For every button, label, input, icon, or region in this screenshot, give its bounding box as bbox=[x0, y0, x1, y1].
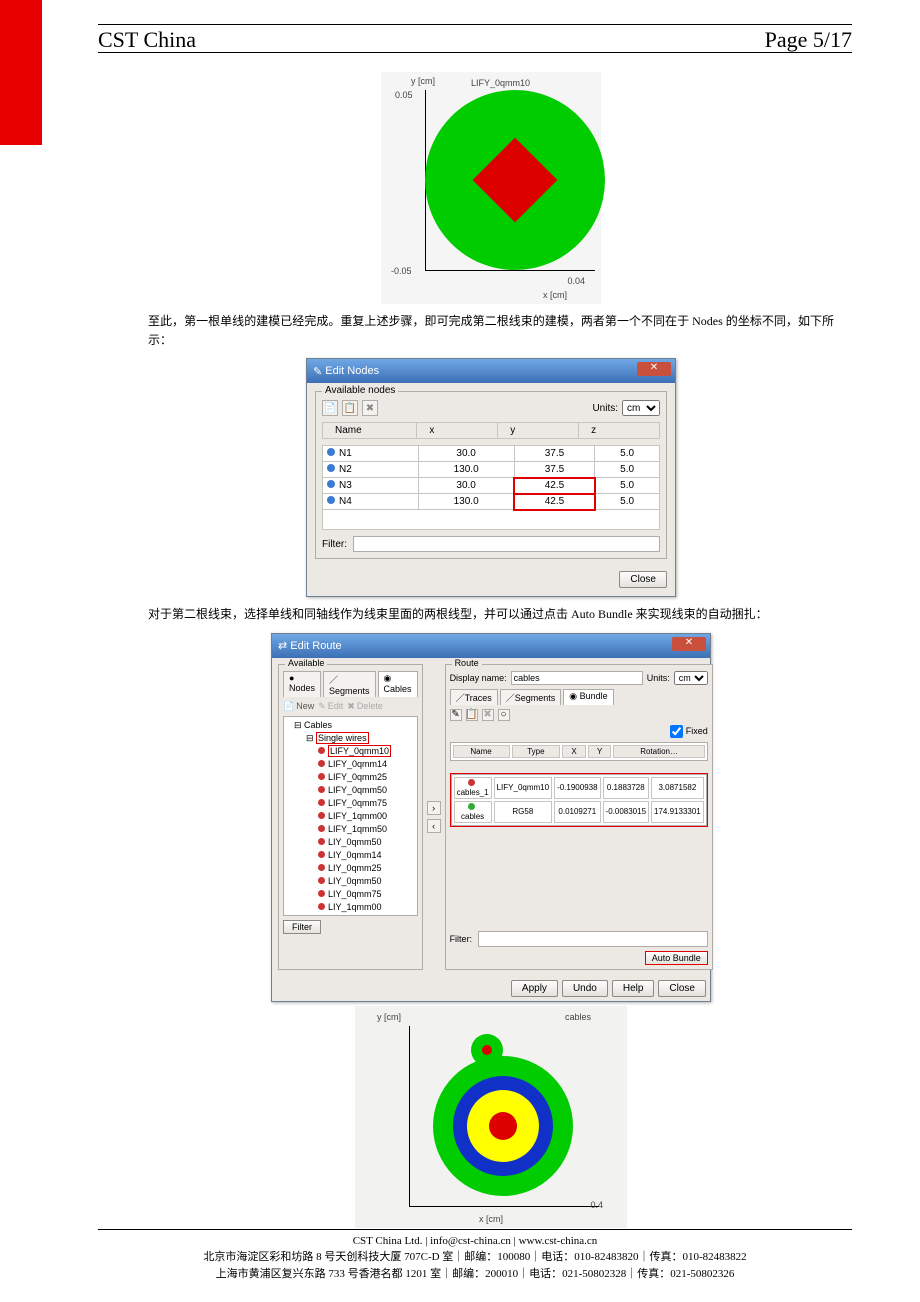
cable-tree[interactable]: ⊟ Cables ⊟ Single wires LIFY_0qmm10 LIFY… bbox=[283, 716, 418, 916]
auto-bundle-button[interactable]: Auto Bundle bbox=[645, 951, 708, 965]
filter-label: Filter: bbox=[322, 539, 347, 550]
paragraph-1: 至此，第一根单线的建模已经完成。重复上述步骤，即可完成第二根线束的建模，两者第一… bbox=[148, 312, 834, 350]
help-button[interactable]: Help bbox=[612, 980, 655, 997]
close-button[interactable]: Close bbox=[658, 980, 706, 997]
plot-cables: y [cm] cables 0.4 x [cm] bbox=[355, 1006, 627, 1228]
plot1-x-tick: 0.04 bbox=[567, 276, 585, 286]
tool-icon[interactable]: ✎ bbox=[450, 709, 462, 721]
close-icon[interactable]: ✕ bbox=[672, 637, 706, 651]
table-row: N2130.037.55.0 bbox=[323, 462, 660, 478]
plot2-ylabel: y [cm] bbox=[377, 1012, 401, 1022]
header-rule bbox=[98, 52, 852, 53]
table-row: N330.042.55.0 bbox=[323, 478, 660, 494]
route-table-body: cables_1LIFY_0qmm10-0.19009380.18837283.… bbox=[451, 774, 707, 826]
col-z[interactable]: z bbox=[579, 423, 660, 439]
units-label: Units: bbox=[647, 673, 670, 683]
plot2-x-tick: 0.4 bbox=[590, 1200, 603, 1210]
units-label: Units: bbox=[592, 403, 618, 414]
plot2-wire bbox=[471, 1034, 503, 1066]
undo-button[interactable]: Undo bbox=[562, 980, 608, 997]
tab-segments2[interactable]: ／Segments bbox=[500, 689, 562, 705]
close-icon[interactable]: ✕ bbox=[637, 362, 671, 376]
close-button[interactable]: Close bbox=[619, 571, 667, 588]
display-name-label: Display name: bbox=[450, 673, 507, 683]
fixed-checkbox[interactable] bbox=[670, 725, 683, 738]
dialog-titlebar[interactable]: ⇄ Edit Route ✕ bbox=[272, 634, 710, 658]
tool-icon[interactable]: 📋 bbox=[466, 709, 478, 721]
paragraph-2: 对于第二根线束，选择单线和同轴线作为线束里面的两根线型，并可以通过点击 Auto… bbox=[148, 605, 834, 624]
edit-nodes-dialog: ✎ Edit Nodes ✕ Available nodes 📄 📋 ✖ Uni… bbox=[306, 358, 676, 597]
plot1-ylabel: y [cm] bbox=[411, 76, 435, 86]
available-pane: Available ● Nodes ／Segments ◉ Cables 📄 N… bbox=[278, 664, 423, 970]
red-margin-tab bbox=[0, 0, 42, 145]
table-row: cables_1LIFY_0qmm10-0.19009380.18837283.… bbox=[454, 777, 704, 799]
page-header: CST China Page 5/17 bbox=[98, 24, 852, 50]
new-icon[interactable]: 📄 bbox=[322, 400, 338, 416]
page-footer: CST China Ltd. | info@cst-china.cn | www… bbox=[98, 1233, 852, 1283]
apply-button[interactable]: Apply bbox=[511, 980, 558, 997]
dialog-titlebar[interactable]: ✎ Edit Nodes ✕ bbox=[307, 359, 675, 383]
tab-bundle[interactable]: ◉ Bundle bbox=[563, 689, 613, 705]
plot1-core bbox=[473, 138, 558, 223]
dialog-title: Edit Nodes bbox=[325, 365, 379, 377]
nodes-table-body: N130.037.55.0 N2130.037.55.0 N330.042.55… bbox=[322, 445, 660, 530]
footer-line-3: 上海市黄浦区复兴东路 733 号香港名都 1201 室｜邮编：200010｜电话… bbox=[98, 1266, 852, 1283]
header-left: CST China bbox=[98, 27, 196, 50]
plot2-title: cables bbox=[565, 1012, 591, 1022]
table-row: cablesRG580.0109271-0.0083015174.9133301 bbox=[454, 801, 704, 823]
plot2-xlabel: x [cm] bbox=[479, 1214, 503, 1224]
copy-icon[interactable]: 📋 bbox=[342, 400, 358, 416]
plot1-y-bot: -0.05 bbox=[391, 266, 412, 276]
edit-button[interactable]: ✎ Edit bbox=[318, 701, 343, 712]
route-icon: ⇄ bbox=[278, 639, 287, 652]
edit-route-dialog: ⇄ Edit Route ✕ Available ● Nodes ／Segmen… bbox=[271, 633, 711, 1002]
plot2-coax bbox=[433, 1056, 573, 1196]
footer-line-1: CST China Ltd. | info@cst-china.cn | www… bbox=[98, 1233, 852, 1250]
display-name-input[interactable] bbox=[511, 671, 643, 685]
tool-icon[interactable]: ○ bbox=[498, 709, 510, 721]
nodes-table: Name x y z bbox=[322, 422, 660, 439]
plot-lify: y [cm] LIFY_0qmm10 0.05 -0.05 0.04 x [cm… bbox=[381, 72, 601, 304]
plot1-circle-outer bbox=[425, 90, 605, 270]
col-x[interactable]: x bbox=[417, 423, 498, 439]
route-table: NameTypeXYRotation… bbox=[450, 742, 708, 761]
tab-nodes[interactable]: ● Nodes bbox=[283, 671, 321, 697]
route-pane: Route Display name: Units: cm ／Traces ／S… bbox=[445, 664, 713, 970]
wand-icon: ✎ bbox=[313, 365, 322, 378]
table-row: N130.037.55.0 bbox=[323, 446, 660, 462]
units-select[interactable]: cm bbox=[674, 671, 708, 685]
tab-cables[interactable]: ◉ Cables bbox=[378, 671, 418, 697]
header-right: Page 5/17 bbox=[765, 27, 852, 50]
new-button[interactable]: 📄 New bbox=[283, 701, 314, 712]
delete-icon[interactable]: ✖ bbox=[362, 400, 378, 416]
plot1-title: LIFY_0qmm10 bbox=[471, 78, 530, 88]
footer-rule bbox=[98, 1229, 852, 1230]
plot1-xlabel: x [cm] bbox=[543, 290, 567, 300]
move-left-button[interactable]: ‹ bbox=[427, 819, 441, 833]
delete-button[interactable]: ✖ Delete bbox=[347, 701, 383, 712]
filter-input[interactable] bbox=[353, 536, 660, 552]
dialog-title: Edit Route bbox=[290, 640, 341, 652]
filter-input[interactable] bbox=[478, 931, 708, 947]
fieldset-legend: Available nodes bbox=[322, 385, 398, 396]
filter-button[interactable]: Filter bbox=[283, 920, 321, 934]
tab-traces[interactable]: ／Traces bbox=[450, 689, 498, 705]
move-right-button[interactable]: › bbox=[427, 801, 441, 815]
units-select[interactable]: cm bbox=[622, 400, 660, 416]
table-row: N4130.042.55.0 bbox=[323, 494, 660, 510]
tab-segments[interactable]: ／Segments bbox=[323, 671, 376, 697]
tool-icon[interactable]: ✖ bbox=[482, 709, 494, 721]
plot1-y-top: 0.05 bbox=[395, 90, 413, 100]
col-name[interactable]: Name bbox=[323, 423, 417, 439]
available-nodes-group: Available nodes 📄 📋 ✖ Units: cm Nam bbox=[315, 391, 667, 559]
footer-line-2: 北京市海淀区彩和坊路 8 号天创科技大厦 707C-D 室｜邮编：100080｜… bbox=[98, 1249, 852, 1266]
col-y[interactable]: y bbox=[498, 423, 579, 439]
